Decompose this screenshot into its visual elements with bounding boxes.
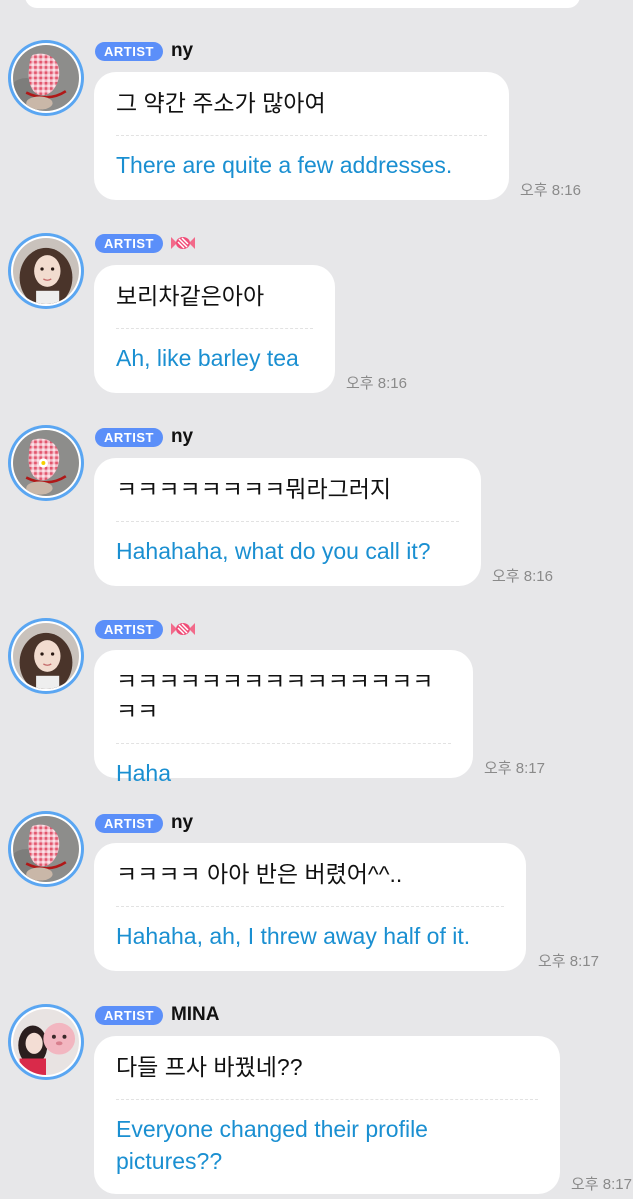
original-text: 다들 프사 바꿨네??: [116, 1054, 303, 1080]
girl-avatar[interactable]: [8, 618, 84, 694]
candy-icon: [169, 619, 197, 639]
message-header: ARTIST: [95, 619, 197, 639]
original-text: 그 약간 주소가 많아여: [116, 90, 326, 116]
original-text: ㅋㅋㅋㅋ 아아 반은 버렸어^^..: [116, 861, 403, 887]
top-bubble-fragment: [25, 0, 580, 8]
message-header: ARTIST: [95, 233, 197, 253]
original-text: ㅋㅋㅋㅋㅋㅋㅋㅋ뭐라그러지: [116, 476, 392, 502]
message-header: ARTIST ny: [95, 812, 193, 834]
sender-name: ny: [170, 426, 194, 447]
message-bubble[interactable]: ㅋㅋㅋㅋ 아아 반은 버렸어^^.. Hahaha, ah, I threw a…: [94, 843, 526, 971]
artist-badge: ARTIST: [95, 1005, 163, 1025]
shoe-avatar[interactable]: [8, 40, 84, 116]
timestamp: 오후 8:17: [538, 953, 599, 970]
timestamp: 오후 8:17: [484, 760, 545, 777]
girl-avatar[interactable]: [8, 233, 84, 309]
original-text: ㅋㅋㅋㅋㅋㅋㅋㅋㅋㅋㅋㅋㅋㅋㅋㅋㅋ: [116, 668, 434, 724]
candy-icon: [169, 233, 197, 253]
translation-text: Hahaha, ah, I threw away half of it.: [116, 923, 471, 949]
message-header: ARTIST ny: [95, 426, 193, 448]
translation-text: Haha: [116, 760, 171, 786]
timestamp: 오후 8:16: [346, 375, 407, 392]
sender-name: MINA: [170, 1004, 220, 1025]
translation-text: Everyone changed their profile pictures?…: [116, 1100, 538, 1177]
original-text: 보리차같은아아: [116, 283, 265, 309]
shoe-avatar[interactable]: [8, 811, 84, 887]
shoe-avatar[interactable]: [8, 425, 84, 501]
translation-line: Everyone changed their profile: [116, 1116, 428, 1142]
message-header: ARTIST ny: [95, 40, 193, 62]
artist-badge: ARTIST: [95, 41, 163, 61]
timestamp: 오후 8:16: [520, 182, 581, 199]
message-bubble[interactable]: 보리차같은아아 Ah, like barley tea: [94, 265, 335, 393]
message-bubble[interactable]: 다들 프사 바꿨네?? Everyone changed their profi…: [94, 1036, 560, 1194]
artist-badge: ARTIST: [95, 813, 163, 833]
translation-line: pictures??: [116, 1148, 223, 1174]
message-bubble[interactable]: 그 약간 주소가 많아여 There are quite a few addre…: [94, 72, 509, 200]
message-bubble[interactable]: ㅋㅋㅋㅋㅋㅋㅋㅋㅋㅋㅋㅋㅋㅋㅋㅋㅋ Haha: [94, 650, 473, 786]
message-bubble[interactable]: ㅋㅋㅋㅋㅋㅋㅋㅋ뭐라그러지 Hahahaha, what do you call…: [94, 458, 481, 586]
translation-text: There are quite a few addresses.: [116, 152, 453, 178]
translation-text: Ah, like barley tea: [116, 345, 299, 371]
artist-badge: ARTIST: [95, 619, 163, 639]
translation-text: Hahahaha, what do you call it?: [116, 538, 431, 564]
sender-name: ny: [170, 812, 194, 833]
sender-name: ny: [170, 40, 194, 61]
message-header: ARTIST MINA: [95, 1004, 220, 1026]
artist-badge: ARTIST: [95, 427, 163, 447]
timestamp: 오후 8:16: [492, 568, 553, 585]
mina-avatar[interactable]: [8, 1004, 84, 1080]
artist-badge: ARTIST: [95, 233, 163, 253]
timestamp: 오후 8:17: [571, 1176, 632, 1193]
